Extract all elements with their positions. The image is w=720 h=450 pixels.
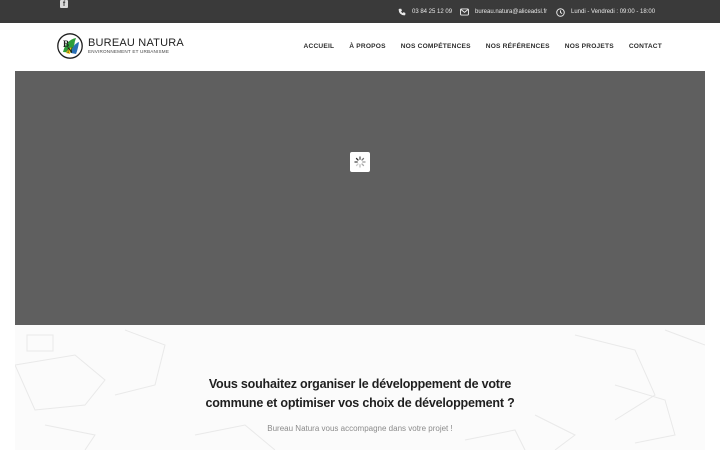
hero-slider[interactable]	[15, 71, 705, 325]
nav-item-contact[interactable]: CONTACT	[629, 43, 662, 50]
opening-hours: Lundi - Vendredi : 09:00 - 18:00	[556, 6, 655, 18]
bureau-natura-logo[interactable]: B N	[57, 33, 83, 59]
phone-contact[interactable]: 03 84 25 12 09	[398, 6, 452, 18]
intro-heading-line-1: Vous souhaitez organiser le développemen…	[208, 377, 512, 391]
site-header: B N BUREAU NATURA ENVIRONNEMENT ET URBAN…	[0, 23, 720, 71]
nav-item-nos-references[interactable]: NOS RÉFÉRENCES	[486, 43, 550, 50]
intro-heading: Vous souhaitez organiser le développemen…	[15, 375, 705, 413]
phone-number: 03 84 25 12 09	[412, 9, 453, 15]
brand-subtitle: ENVIRONNEMENT ET URBANISME	[88, 49, 170, 54]
svg-text:N: N	[67, 46, 73, 55]
hours-text: Lundi - Vendredi : 09:00 - 18:00	[571, 9, 656, 15]
brand-name[interactable]: BUREAU NATURA	[88, 37, 184, 49]
top-bar: f 03 84 25 12 09 bureau.natura@aliceadsl…	[0, 0, 720, 23]
main-nav: ACCUEIL À PROPOS NOS COMPÉTENCES NOS RÉF…	[304, 43, 662, 50]
email-address: bureau.natura@aliceadsl.fr	[475, 9, 548, 15]
nav-item-nos-projets[interactable]: NOS PROJETS	[565, 43, 614, 50]
email-contact[interactable]: bureau.natura@aliceadsl.fr	[460, 6, 547, 18]
facebook-icon[interactable]: f	[60, 0, 68, 8]
nav-item-nos-competences[interactable]: NOS COMPÉTENCES	[401, 43, 471, 50]
clock-icon	[556, 7, 565, 17]
nav-item-a-propos[interactable]: À PROPOS	[349, 43, 385, 50]
intro-heading-line-2: commune et optimiser vos choix de dévelo…	[205, 396, 515, 410]
spinner-icon	[354, 156, 366, 168]
nav-item-accueil[interactable]: ACCUEIL	[304, 43, 335, 50]
loading-spinner	[350, 152, 370, 172]
phone-icon	[398, 8, 406, 16]
intro-subtext: Bureau Natura vous accompagne dans votre…	[267, 424, 453, 433]
envelope-icon	[460, 8, 469, 16]
intro-section: Vous souhaitez organiser le développemen…	[15, 325, 705, 450]
